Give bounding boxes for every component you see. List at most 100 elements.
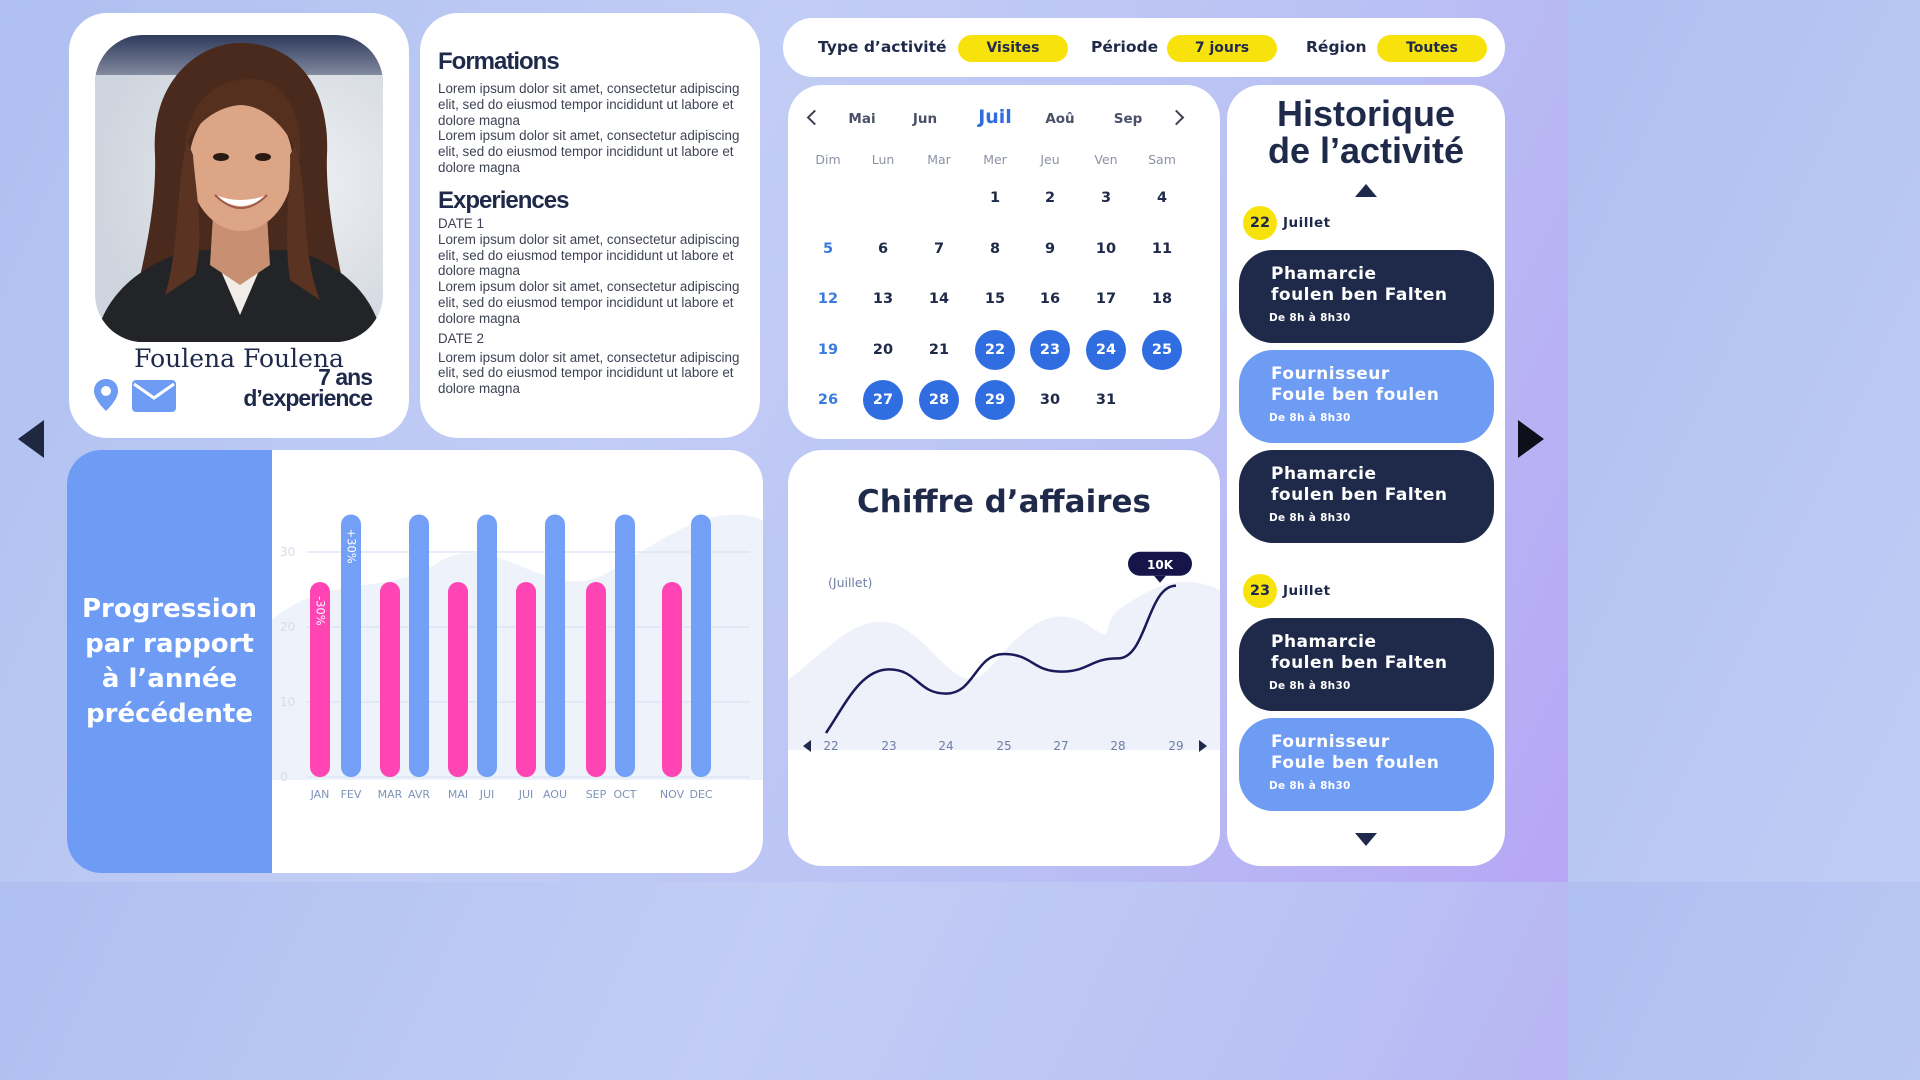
- calendar-day[interactable]: 23: [1030, 330, 1070, 370]
- x-tick-label: MAR: [378, 788, 403, 801]
- calendar-day[interactable]: 3: [1086, 178, 1126, 218]
- calendar-day[interactable]: 1: [975, 178, 1015, 218]
- calendar-day[interactable]: 17: [1086, 279, 1126, 319]
- history-item[interactable]: Fournisseur Foule ben foulen De 8h à 8h30: [1239, 718, 1494, 811]
- scroll-up-icon[interactable]: [1355, 184, 1377, 197]
- activity-type-select[interactable]: Visites: [958, 35, 1068, 62]
- calendar-day[interactable]: 5: [808, 229, 848, 269]
- calendar-day[interactable]: 24: [1086, 330, 1126, 370]
- x-tick-label: OCT: [613, 788, 636, 801]
- formations-heading: Formations: [438, 48, 560, 75]
- x-tick-label: NOV: [660, 788, 685, 801]
- formations-item: Lorem ipsum dolor sit amet, consectetur …: [438, 81, 740, 128]
- peak-tooltip: 10K: [1128, 551, 1192, 583]
- calendar-day[interactable]: 20: [863, 330, 903, 370]
- cv-card: Formations Lorem ipsum dolor sit amet, c…: [420, 13, 760, 438]
- chevron-left-icon[interactable]: [806, 109, 823, 126]
- calendar-day[interactable]: 25: [1142, 330, 1182, 370]
- bar: [545, 514, 565, 777]
- calendar-day[interactable]: 16: [1030, 279, 1070, 319]
- experience-date: DATE 2: [438, 330, 484, 346]
- experience-date: DATE 1: [438, 215, 484, 231]
- x-tick-label: AOU: [543, 788, 567, 801]
- month-tab[interactable]: Juil: [965, 106, 1025, 128]
- experience-years: 7 ans d’experience: [243, 366, 373, 411]
- x-tick-label: DEC: [689, 788, 712, 801]
- calendar-day[interactable]: 29: [975, 380, 1015, 420]
- mail-icon[interactable]: [132, 380, 176, 412]
- calendar-day[interactable]: 10: [1086, 229, 1126, 269]
- x-tick-label: JUI: [479, 788, 495, 801]
- history-title-line: Historique: [1276, 93, 1455, 134]
- x-tick-label: 24: [938, 739, 953, 753]
- month-tab[interactable]: Mai: [832, 111, 892, 127]
- calendar-day[interactable]: 15: [975, 279, 1015, 319]
- calendar-day[interactable]: 28: [919, 380, 959, 420]
- history-item-time: De 8h à 8h30: [1269, 412, 1351, 424]
- date-badge: 22: [1243, 206, 1277, 240]
- calendar-day[interactable]: 11: [1142, 229, 1182, 269]
- location-pin-icon[interactable]: [93, 378, 119, 412]
- calendar-day[interactable]: 30: [1030, 380, 1070, 420]
- period-label: Période: [1091, 38, 1159, 56]
- history-item-subtitle: foulen ben Falten: [1271, 653, 1448, 673]
- history-item-title: Fournisseur: [1271, 732, 1390, 752]
- weekday-label: Ven: [1094, 152, 1118, 167]
- history-title-line: de l’activité: [1267, 130, 1465, 171]
- scroll-down-icon[interactable]: [1355, 833, 1377, 846]
- calendar-day[interactable]: 18: [1142, 279, 1182, 319]
- experience-item: Lorem ipsum dolor sit amet, consectetur …: [438, 279, 740, 326]
- calendar-day[interactable]: 4: [1142, 178, 1182, 218]
- history-item-subtitle: Foule ben foulen: [1271, 753, 1440, 773]
- calendar-day[interactable]: 13: [863, 279, 903, 319]
- bar: [477, 514, 497, 777]
- month-tab[interactable]: Sep: [1098, 111, 1158, 127]
- revenue-chart-card: Chiffre d’affaires (Juillet) 10K 22 23 24 25 2…: [788, 450, 1220, 866]
- bar-label: +30%: [345, 529, 359, 564]
- calendar-day[interactable]: 2: [1030, 178, 1070, 218]
- bar: [516, 582, 536, 777]
- chart-background-shape: [788, 581, 1220, 750]
- month-tab[interactable]: Aoû: [1030, 111, 1090, 127]
- previous-arrow-icon[interactable]: [18, 420, 44, 458]
- history-item-time: De 8h à 8h30: [1269, 512, 1351, 524]
- region-label: Région: [1306, 38, 1367, 56]
- history-item[interactable]: Phamarcie foulen ben Falten De 8h à 8h30: [1239, 250, 1494, 343]
- calendar-day[interactable]: 22: [975, 330, 1015, 370]
- history-item-title: Phamarcie: [1271, 632, 1377, 652]
- history-item[interactable]: Fournisseur Foule ben foulen De 8h à 8h30: [1239, 350, 1494, 443]
- period-select[interactable]: 7 jours: [1167, 35, 1277, 62]
- x-tick-label: MAI: [448, 788, 468, 801]
- experience-item: Lorem ipsum dolor sit amet, consectetur …: [438, 231, 740, 279]
- x-tick-label: 22: [823, 739, 838, 753]
- calendar-day[interactable]: 31: [1086, 380, 1126, 420]
- progression-bar-chart: 0 10 20 30 -30% JAN +30% FEV MAR AVR MAI JUI JUI AOU S…: [272, 514, 763, 801]
- history-item[interactable]: Phamarcie foulen ben Falten De 8h à 8h30: [1239, 618, 1494, 711]
- date-month-label: Juillet: [1283, 583, 1331, 599]
- bar: [380, 582, 400, 777]
- calendar-day[interactable]: 8: [975, 229, 1015, 269]
- activity-history-panel: Historique de l’activité 22 Juillet Phamar…: [1227, 85, 1505, 866]
- calendar-day[interactable]: 26: [808, 380, 848, 420]
- history-item-title: Fournisseur: [1271, 364, 1390, 384]
- calendar-day[interactable]: 9: [1030, 229, 1070, 269]
- chevron-right-icon[interactable]: [1168, 109, 1185, 126]
- next-arrow-icon[interactable]: [1518, 420, 1544, 458]
- x-tick-label: AVR: [408, 788, 430, 801]
- experience-years-label: d’experience: [243, 385, 373, 411]
- experience-item: Lorem ipsum dolor sit amet, consectetur …: [438, 349, 740, 397]
- calendar-day[interactable]: 19: [808, 330, 848, 370]
- calendar-day[interactable]: 6: [863, 229, 903, 269]
- history-item[interactable]: Phamarcie foulen ben Falten De 8h à 8h30: [1239, 450, 1494, 543]
- calendar-day[interactable]: 14: [919, 279, 959, 319]
- region-select[interactable]: Toutes: [1377, 35, 1487, 62]
- month-tab[interactable]: Jun: [895, 111, 955, 127]
- weekday-label: Sam: [1148, 152, 1176, 167]
- calendar-day[interactable]: 21: [919, 330, 959, 370]
- calendar-day[interactable]: 7: [919, 229, 959, 269]
- profile-card: Foulena Foulena 7 ans d’experience: [69, 13, 409, 438]
- x-tick-label: 27: [1053, 739, 1068, 753]
- calendar-day[interactable]: 27: [863, 380, 903, 420]
- calendar-day[interactable]: 12: [808, 279, 848, 319]
- weekday-label: Jeu: [1040, 152, 1060, 167]
